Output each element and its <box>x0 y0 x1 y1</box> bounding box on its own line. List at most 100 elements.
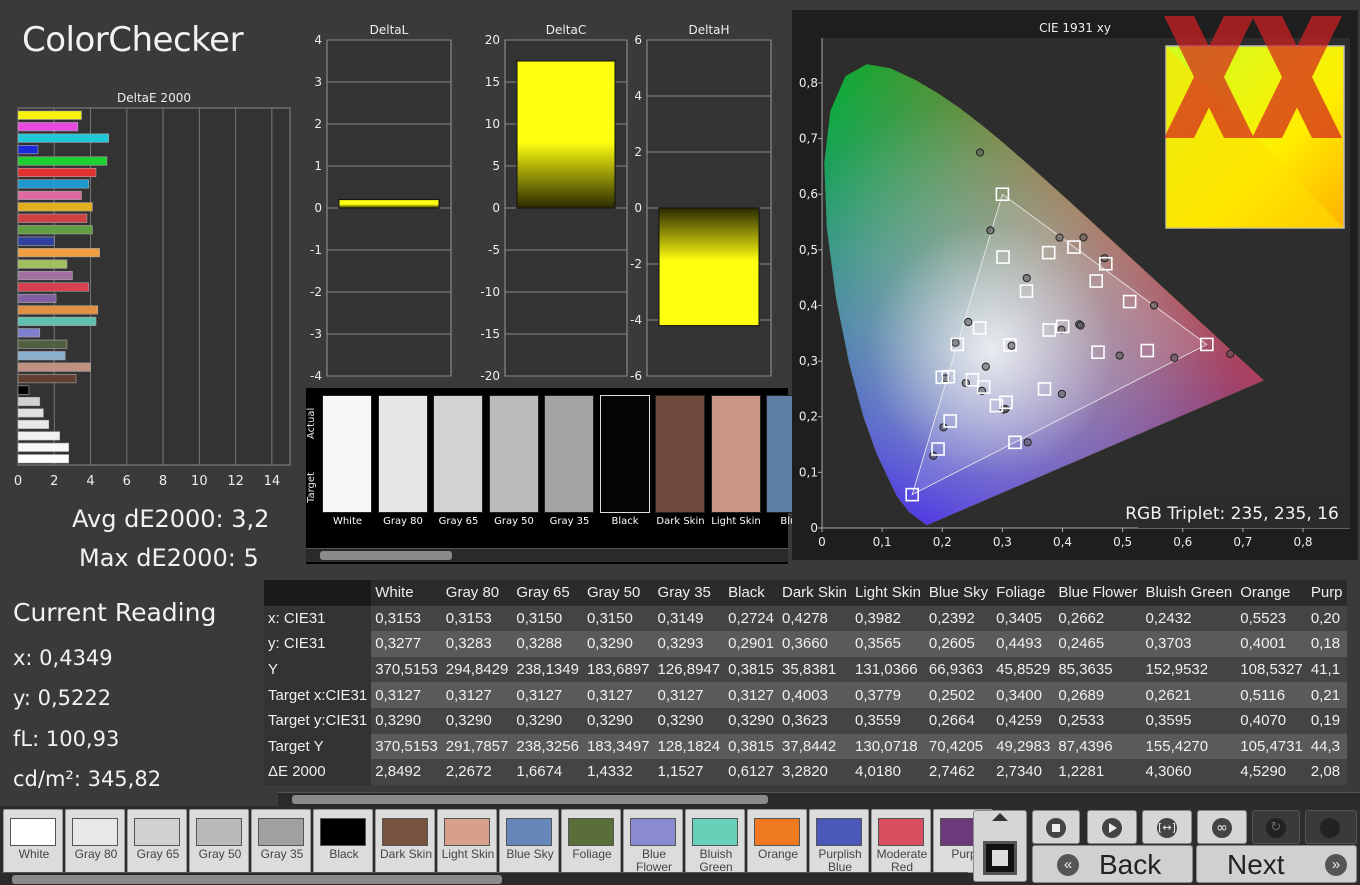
deltae-bar <box>17 328 41 338</box>
table-cell: 0,3815 <box>724 656 778 683</box>
table-cell: 44,3 <box>1306 733 1347 760</box>
fit-button[interactable]: [↔] <box>1142 810 1192 844</box>
swatch-scroll-thumb[interactable] <box>12 875 502 884</box>
patch-button[interactable]: Gray 80 <box>65 809 125 873</box>
table-cell: 0,3150 <box>582 605 654 632</box>
record-panel[interactable] <box>973 810 1027 882</box>
table-cell: 0,3400 <box>992 682 1055 708</box>
table-column-header: Gray 50 <box>582 580 654 606</box>
strip-swatch[interactable] <box>544 395 594 513</box>
strip-scroll-thumb[interactable] <box>320 551 452 560</box>
table-cell: 0,3290 <box>653 707 725 734</box>
table-row-label: ΔE 2000 <box>264 759 372 785</box>
back-label: Back <box>1099 849 1162 880</box>
patch-button[interactable]: Light Skin <box>437 809 497 873</box>
strip-swatch[interactable] <box>599 395 650 513</box>
table-cell: 0,3153 <box>371 605 442 632</box>
strip-swatch[interactable] <box>377 395 428 513</box>
strip-swatch[interactable] <box>322 395 372 513</box>
patch-chip <box>196 818 242 846</box>
patch-button[interactable]: Dark Skin <box>375 809 435 873</box>
table-cell: 0,3149 <box>653 605 725 632</box>
table-cell: 131,0366 <box>851 656 925 683</box>
table-cell: 155,4270 <box>1141 733 1237 760</box>
patch-label: Gray 80 <box>74 848 118 861</box>
patch-button[interactable]: Bluish Green <box>685 809 745 874</box>
patch-button[interactable]: Black <box>313 809 373 873</box>
deltae-bar <box>17 202 93 212</box>
patch-button[interactable]: Gray 50 <box>189 809 249 873</box>
back-button[interactable]: « Back <box>1032 845 1193 883</box>
delta-tick-label: 0 <box>634 201 642 215</box>
measured-point <box>1079 233 1088 242</box>
strip-swatch[interactable] <box>488 395 539 513</box>
patch-button[interactable]: Orange <box>747 809 807 873</box>
cie-x-tick-label: 0,8 <box>1293 535 1312 549</box>
patch-button[interactable]: Gray 35 <box>251 809 311 873</box>
deltae-bar <box>17 236 55 246</box>
patch-label: Black <box>329 848 359 861</box>
measured-point <box>1226 349 1235 358</box>
table-corner <box>264 580 372 606</box>
delta-tick-label: -10 <box>480 285 500 299</box>
loop-button[interactable]: ∞ <box>1197 810 1247 844</box>
measured-point <box>1057 389 1067 399</box>
patch-chip <box>568 818 614 846</box>
deltae-bar <box>17 145 39 155</box>
strip-swatch-label: Black <box>611 516 639 527</box>
patch-button[interactable]: Purplish Blue <box>809 809 869 874</box>
deltae-tick-label: 0 <box>14 474 22 489</box>
strip-swatch[interactable] <box>655 395 705 513</box>
cie-x-tick-label: 0,5 <box>1113 535 1132 549</box>
chevron-up-icon[interactable] <box>992 813 1008 821</box>
table-cell: 0,2901 <box>724 631 778 657</box>
patch-button[interactable]: White <box>3 809 63 873</box>
patch-button[interactable]: Moderate Red <box>871 809 931 874</box>
table-cell: 0,2605 <box>924 631 993 657</box>
table-row: Target Y 370,5153 291,7857 238,3256 183,3497… <box>264 733 1347 760</box>
table-scroll-thumb[interactable] <box>292 795 768 804</box>
table-cell: 0,2724 <box>724 605 778 632</box>
table-scrollbar[interactable] <box>278 792 1360 806</box>
play-button[interactable] <box>1087 810 1137 844</box>
current-reading-heading: Current Reading <box>13 598 217 627</box>
table-cell: 105,4731 <box>1236 733 1307 760</box>
delta-tick-label: 1 <box>314 159 322 173</box>
patch-button[interactable]: Foliage <box>561 809 621 873</box>
deltae-tick-label: 10 <box>191 474 208 489</box>
table-cell: 66,9363 <box>924 656 993 683</box>
table-cell: 0,4003 <box>778 682 852 708</box>
swatch-scrollbar[interactable] <box>2 872 968 884</box>
table-cell: 0,20 <box>1306 605 1347 632</box>
next-button[interactable]: Next » <box>1196 845 1357 883</box>
fit-icon: [↔] <box>1157 818 1177 838</box>
table-row: ΔE 2000 2,8492 2,2672 1,6674 1,4332 1,1527 0,6… <box>264 759 1347 785</box>
strip-swatch[interactable] <box>433 395 483 513</box>
deltae-bar <box>17 293 57 303</box>
stop-button[interactable] <box>1032 810 1080 844</box>
table-cell: 0,3815 <box>724 733 778 760</box>
strip-scrollbar[interactable] <box>306 548 788 562</box>
patch-button[interactable]: Blue Flower <box>623 809 683 874</box>
deltae-bar <box>17 122 79 132</box>
capture-icon[interactable] <box>983 841 1017 875</box>
patch-chip <box>134 818 180 846</box>
table-cell: 0,3290 <box>512 707 583 734</box>
measured-point <box>1076 321 1085 330</box>
refresh-button[interactable]: ↻ <box>1252 810 1300 844</box>
patch-label: White <box>18 848 50 861</box>
patch-button[interactable]: Blue Sky <box>499 809 559 873</box>
patch-chip <box>754 818 800 846</box>
patch-button[interactable]: Gray 65 <box>127 809 187 873</box>
cie-y-tick-label: 0,4 <box>799 298 818 312</box>
strip-swatch[interactable] <box>710 395 761 513</box>
delta-bar <box>338 199 440 209</box>
cie-x-tick-label: 0,6 <box>1173 535 1192 549</box>
strip-swatch-label: Gray 80 <box>383 516 423 527</box>
measured-point <box>1170 353 1179 362</box>
cie-y-tick-label: 0 <box>810 521 818 535</box>
settings-button[interactable] <box>1305 810 1357 844</box>
table-cell: 0,3127 <box>512 682 583 708</box>
table-cell: 0,4259 <box>992 707 1055 734</box>
reading-y: y: 0,5222 <box>13 686 112 710</box>
